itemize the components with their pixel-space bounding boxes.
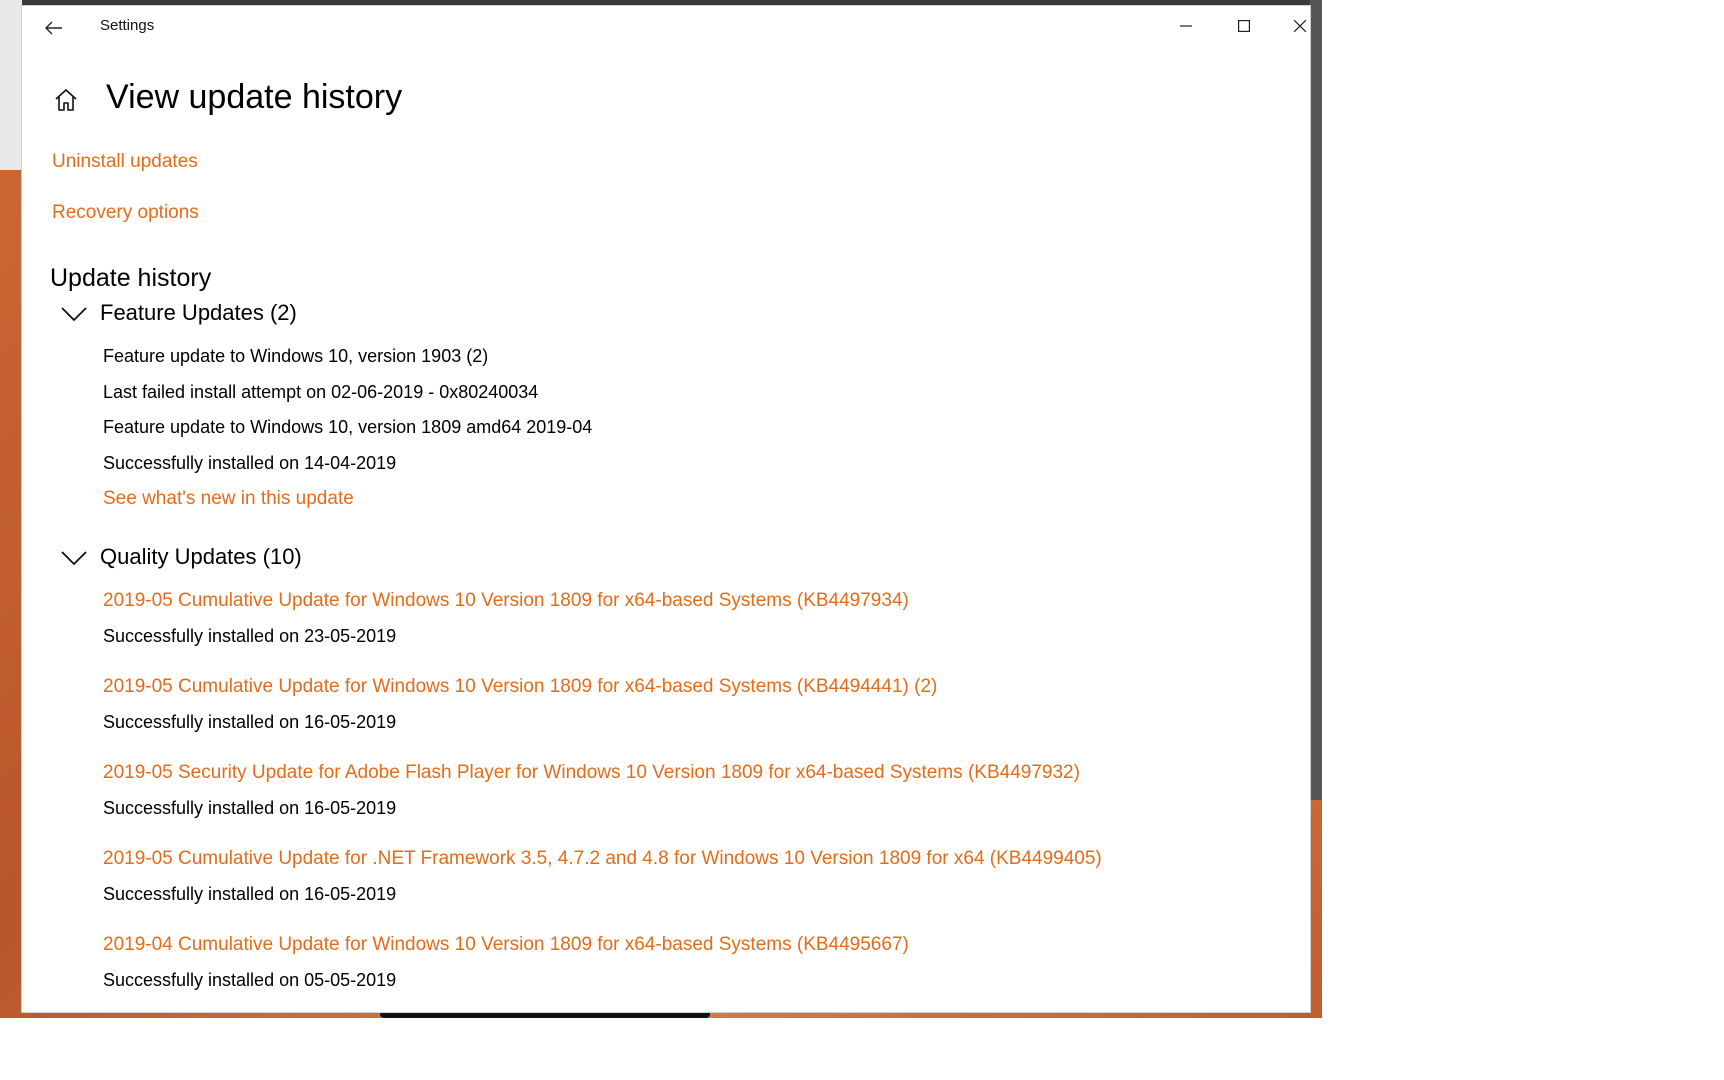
quality-update-status: Successfully installed on 05-05-2019 (103, 970, 397, 990)
desktop-edge (0, 0, 22, 170)
close-button[interactable] (1272, 6, 1328, 46)
quality-update-status: Successfully installed on 23-05-2019 (103, 626, 397, 646)
feature-update-status: Last failed install attempt on 02-06-201… (103, 382, 539, 402)
minimize-icon (1180, 25, 1192, 27)
settings-window: Settings View update history Uninstall u… (22, 6, 1310, 1012)
back-button[interactable] (40, 14, 68, 42)
update-history-heading: Update history (50, 264, 212, 292)
title-bar: Settings (22, 6, 1310, 50)
back-arrow-icon (45, 21, 62, 35)
recovery-options-link[interactable]: Recovery options (52, 202, 199, 224)
feature-updates-header: Feature Updates (2) (100, 300, 297, 325)
feature-updates-toggle[interactable]: Feature Updates (2) (60, 300, 297, 326)
quality-updates-toggle[interactable]: Quality Updates (10) (60, 544, 302, 570)
chevron-down-icon (61, 551, 87, 566)
quality-update-status: Successfully installed on 16-05-2019 (103, 798, 397, 818)
uninstall-updates-link[interactable]: Uninstall updates (52, 151, 198, 173)
quality-update-link[interactable]: 2019-05 Cumulative Update for Windows 10… (103, 590, 909, 612)
feature-update-status: Successfully installed on 14-04-2019 (103, 453, 397, 473)
desktop-edge (1310, 0, 1322, 800)
feature-update-title: Feature update to Windows 10, version 18… (103, 417, 593, 437)
quality-update-link[interactable]: 2019-05 Security Update for Adobe Flash … (103, 762, 1080, 784)
quality-update-link[interactable]: 2019-05 Cumulative Update for Windows 10… (103, 676, 937, 698)
see-whats-new-link[interactable]: See what's new in this update (103, 488, 354, 510)
quality-update-status: Successfully installed on 16-05-2019 (103, 884, 397, 904)
quality-updates-header: Quality Updates (10) (100, 544, 302, 569)
app-title: Settings (100, 17, 155, 34)
chevron-down-icon (61, 307, 87, 322)
home-icon[interactable] (52, 86, 80, 114)
close-icon (1294, 20, 1306, 32)
page-title: View update history (106, 78, 403, 116)
feature-update-title: Feature update to Windows 10, version 19… (103, 346, 489, 366)
quality-update-link[interactable]: 2019-04 Cumulative Update for Windows 10… (103, 934, 909, 956)
maximize-icon (1238, 20, 1250, 32)
maximize-button[interactable] (1216, 6, 1272, 46)
minimize-button[interactable] (1158, 6, 1214, 46)
quality-update-status: Successfully installed on 16-05-2019 (103, 712, 397, 732)
quality-update-link[interactable]: 2019-05 Cumulative Update for .NET Frame… (103, 848, 1102, 870)
